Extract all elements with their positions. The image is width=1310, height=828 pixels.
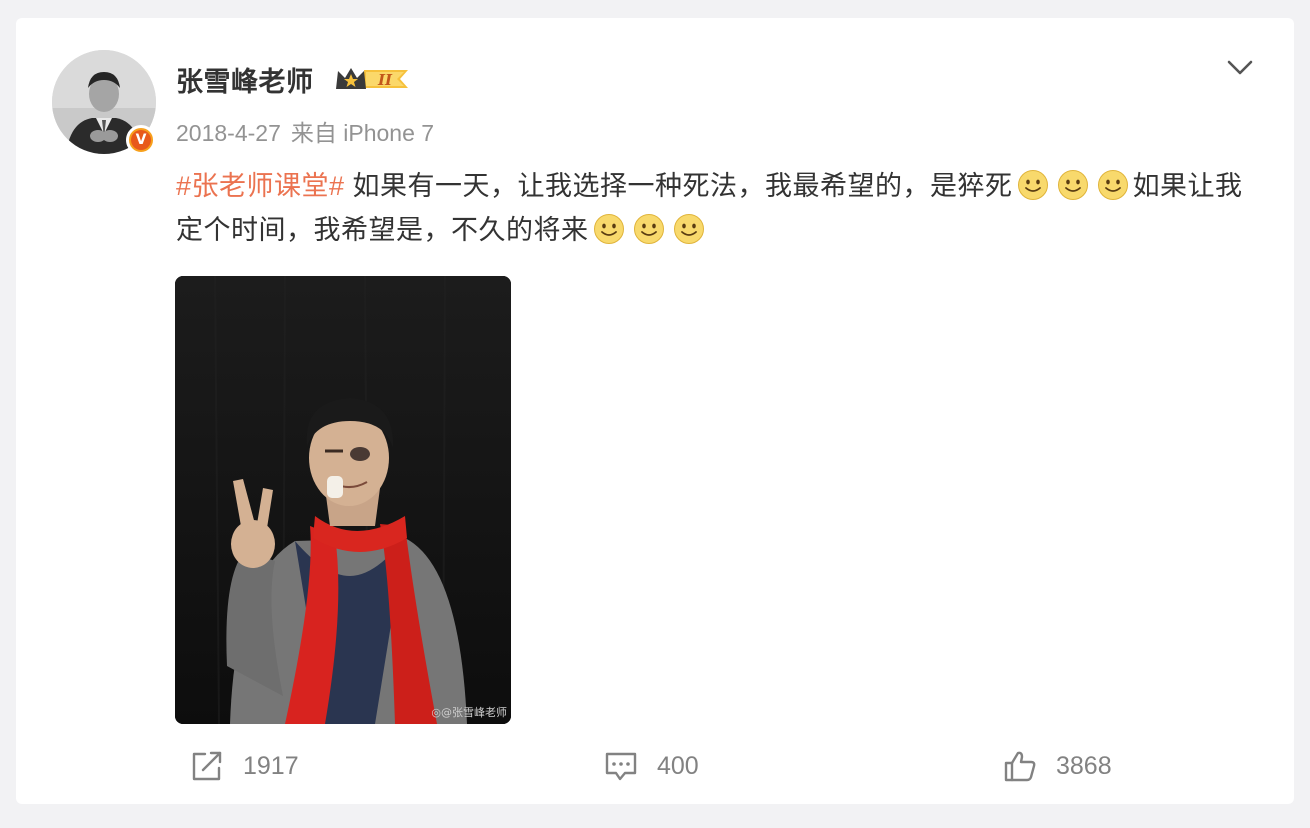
vip-level-label: II [377, 71, 393, 89]
like-button[interactable]: 3868 [1002, 743, 1112, 789]
author-name[interactable]: 张雪峰老师 [176, 60, 314, 99]
comment-count: 400 [657, 751, 699, 780]
post-date[interactable]: 2018-4-27 [176, 120, 281, 146]
smile-emoji-icon [673, 214, 704, 244]
post-source: 来自 iPhone 7 [290, 120, 435, 146]
like-count: 3868 [1056, 751, 1112, 780]
repost-button[interactable]: 1917 [189, 743, 299, 789]
smile-emoji-icon [1057, 170, 1088, 200]
smile-emoji-icon [1017, 170, 1048, 200]
image-watermark: ◎@张雪峰老师 [431, 706, 507, 719]
post-meta: 2018-4-27 来自 iPhone 7 [176, 114, 434, 148]
post-content: #张老师课堂# 如果有一天，让我选择一种死法，我最希望的，是猝死 如果让我定个时间… [176, 164, 1246, 252]
verified-badge-icon: V [126, 125, 156, 155]
action-bar: 1917 400 3868 [16, 743, 1294, 789]
comment-button[interactable]: 400 [603, 743, 699, 789]
smile-emoji-icon [633, 214, 664, 244]
chevron-down-icon[interactable] [1226, 56, 1254, 78]
smile-emoji-icon [593, 214, 624, 244]
smile-emoji-icon [1097, 170, 1128, 200]
repost-icon [192, 751, 222, 781]
post-text-part1: 如果有一天，让我选择一种死法，我最希望的，是猝死 [344, 171, 1013, 201]
repost-count: 1917 [243, 751, 299, 780]
vip-crown-badge-icon[interactable]: II [334, 65, 412, 93]
topic-link[interactable]: #张老师课堂# [176, 171, 345, 201]
weibo-post-card: V 张雪峰老师 II 2018-4-27 来自 iPhone 7 #张老师课堂# … [16, 18, 1294, 804]
comment-icon [605, 752, 637, 781]
post-image[interactable]: ◎@张雪峰老师 [175, 276, 511, 724]
thumbs-up-icon [1004, 751, 1036, 782]
